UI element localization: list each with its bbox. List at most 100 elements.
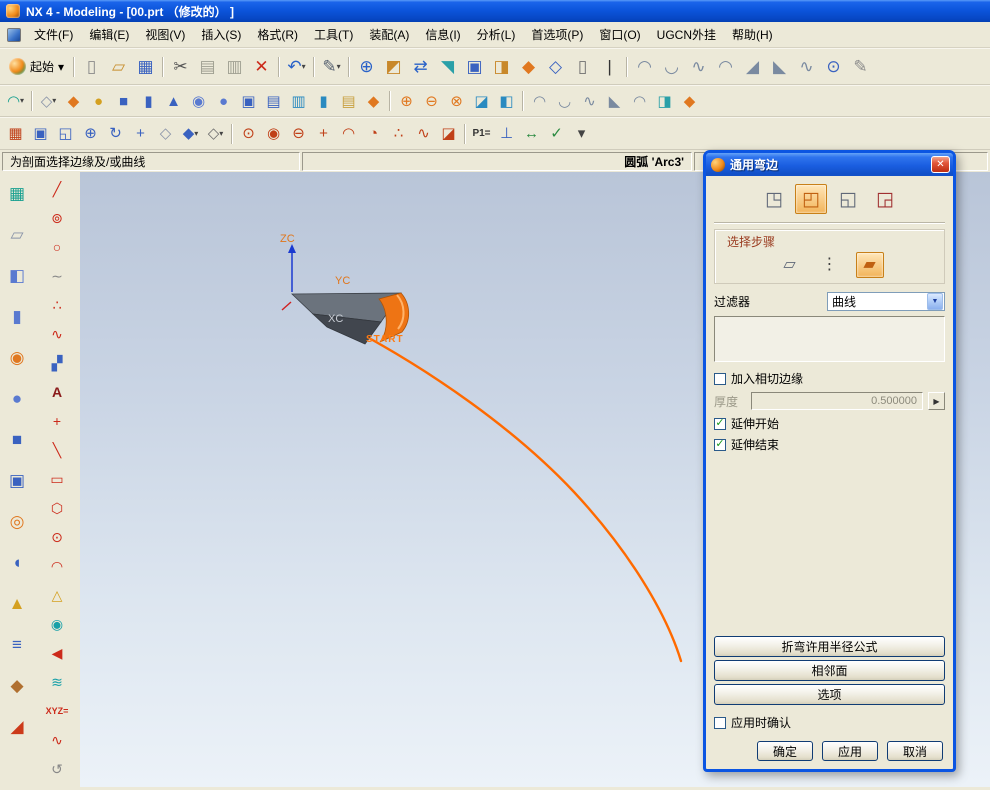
line-icon[interactable]: ╱ — [45, 178, 69, 200]
direction-arrow-icon[interactable]: ◀ — [45, 642, 69, 664]
point-on-face-snap-icon[interactable]: ◪ — [436, 122, 461, 146]
visual-report-icon[interactable]: ◩ — [380, 53, 407, 80]
wireframe-view-icon[interactable]: ◇ ▾ — [203, 122, 228, 146]
step-base-edge-icon[interactable]: ▱ — [776, 252, 804, 278]
swept-icon[interactable]: ◡ — [552, 89, 577, 113]
thickness-field[interactable]: 0.500000 — [751, 392, 923, 410]
checkbox-box-icon[interactable] — [714, 438, 726, 451]
cone-feature-icon[interactable]: ▲ — [3, 590, 31, 616]
adjacent-faces-button[interactable]: 相邻面 — [714, 660, 945, 681]
text-curve-icon[interactable]: A — [45, 381, 69, 403]
curve-mesh-icon[interactable]: ∿ — [685, 53, 712, 80]
block-icon[interactable]: ■ — [111, 89, 136, 113]
catalog-icon[interactable]: ▤ — [336, 89, 361, 113]
rib-icon[interactable]: ▮ — [311, 89, 336, 113]
law-extension-icon[interactable]: ∿ — [793, 53, 820, 80]
step-sequence-icon[interactable]: ⋮ — [816, 252, 844, 278]
finish-flag-icon[interactable]: ✓ — [544, 122, 569, 146]
hole-icon[interactable]: ◉ — [186, 89, 211, 113]
extrude-feature-icon[interactable]: ◧ — [3, 262, 31, 288]
copy-icon[interactable]: ▤ — [194, 53, 221, 80]
point-icon[interactable]: + — [45, 410, 69, 432]
block-feature-icon[interactable]: ■ — [3, 426, 31, 452]
rectangle-icon[interactable]: ▭ — [45, 468, 69, 490]
datum-plane-icon[interactable]: ◇ ▾ — [36, 89, 61, 113]
swept-surface-icon[interactable]: ◠ — [631, 53, 658, 80]
journal-icon[interactable]: ✎ ▾ — [318, 53, 345, 80]
flange-icon[interactable]: ◱ — [832, 184, 864, 214]
polygon-icon[interactable]: ⬡ — [45, 497, 69, 519]
unite-icon[interactable]: ⊕ — [394, 89, 419, 113]
stack-feature-icon[interactable]: ≡ — [3, 631, 31, 657]
offset-surface-icon[interactable]: ◨ — [652, 89, 677, 113]
cancel-button[interactable]: 取消 — [887, 741, 943, 761]
circle-center-icon[interactable]: ⊚ — [45, 207, 69, 229]
intersect-icon[interactable]: ⊗ — [444, 89, 469, 113]
menu-assemblies[interactable]: 装配(A) — [361, 23, 417, 46]
delete-icon[interactable]: ✕ — [248, 53, 275, 80]
extend-surface-icon[interactable]: ◣ — [766, 53, 793, 80]
pan-view-icon[interactable]: + — [128, 122, 153, 146]
confirm-on-apply-checkbox[interactable]: 应用时确认 — [714, 714, 945, 731]
sketch-task-icon[interactable]: ▦ — [3, 180, 31, 206]
constraint-icon[interactable]: ⊥ — [494, 122, 519, 146]
spiral-icon[interactable]: ↺ — [45, 758, 69, 780]
combo-arrow-icon[interactable]: ▼ — [927, 293, 943, 310]
web-browser-icon[interactable]: ⊕ — [353, 53, 380, 80]
more-options-caret[interactable]: ▾ — [569, 122, 594, 146]
ellipse-icon[interactable]: ⊙ — [45, 526, 69, 548]
new-icon[interactable]: ▯ — [78, 53, 105, 80]
hole-feature-icon[interactable]: ◉ — [3, 344, 31, 370]
auto-dimension-icon[interactable]: ↔ — [519, 122, 544, 146]
snap-grid-icon[interactable]: ▦ — [3, 122, 28, 146]
cylinder-feature-icon[interactable]: ▮ — [3, 303, 31, 329]
window-titlebar[interactable]: NX 4 - Modeling - [00.prt （修改的） ] — [0, 0, 990, 22]
corner-surface-icon[interactable]: ◢ — [739, 53, 766, 80]
filter-combo[interactable]: 曲线 ▼ — [827, 292, 945, 311]
general-flange-icon[interactable]: ◰ — [795, 184, 827, 214]
p1-expression-icon[interactable]: P1= — [469, 122, 494, 146]
through-curves-icon[interactable]: ◠ — [527, 89, 552, 113]
boss-icon[interactable]: ● — [211, 89, 236, 113]
subtract-icon[interactable]: ⊖ — [419, 89, 444, 113]
menu-preferences[interactable]: 首选项(P) — [523, 23, 591, 46]
cylinder-icon[interactable]: ▮ — [136, 89, 161, 113]
paste-icon[interactable]: ▥ — [221, 53, 248, 80]
arc-center-snap-icon[interactable]: ◠ — [336, 122, 361, 146]
circle-icon[interactable]: ○ — [45, 236, 69, 258]
menu-information[interactable]: 信息(I) — [417, 23, 468, 46]
inset-bend-icon[interactable]: ◲ — [869, 184, 901, 214]
n-sided-surface-icon[interactable]: ◣ — [602, 89, 627, 113]
xyz-expression-icon[interactable]: XYZ= — [45, 700, 69, 722]
cursor-select-icon[interactable]: | — [596, 53, 623, 80]
menu-file[interactable]: 文件(F) — [26, 23, 81, 46]
section-surface-icon[interactable]: ∿ — [577, 89, 602, 113]
annotate-icon[interactable]: ✎ — [847, 53, 874, 80]
angled-line-icon[interactable]: ╲ — [45, 439, 69, 461]
extend-end-checkbox[interactable]: 延伸结束 — [714, 436, 945, 453]
save-icon[interactable]: ▦ — [132, 53, 159, 80]
ok-button[interactable]: 确定 — [757, 741, 813, 761]
work-part-icon[interactable]: ◆ — [515, 53, 542, 80]
studio-surface-icon[interactable]: ◠ — [627, 89, 652, 113]
endpoint-snap-icon[interactable]: ◉ — [261, 122, 286, 146]
open-icon[interactable]: ▱ — [105, 53, 132, 80]
thicken-icon[interactable]: ◧ — [494, 89, 519, 113]
edge-list-box[interactable] — [714, 316, 945, 362]
shell-feature-icon[interactable]: ◖ — [3, 549, 31, 575]
menu-edit[interactable]: 编辑(E) — [81, 23, 137, 46]
undo-icon[interactable]: ↶ ▾ — [283, 53, 310, 80]
dialog-titlebar[interactable]: 通用弯边 ✕ — [706, 153, 953, 176]
extend-start-checkbox[interactable]: 延伸开始 — [714, 415, 945, 432]
section-curve[interactable] — [367, 336, 683, 663]
bridge-surface-icon[interactable]: ◠ — [712, 53, 739, 80]
menu-insert[interactable]: 插入(S) — [193, 23, 249, 46]
draft-feature-icon[interactable]: ◢ — [3, 713, 31, 739]
sheet-metal-flange-icon[interactable]: ◆ — [677, 89, 702, 113]
zoom-icon[interactable]: ⊕ — [78, 122, 103, 146]
menu-window[interactable]: 窗口(O) — [591, 23, 648, 46]
rotate-view-icon[interactable]: ↻ — [103, 122, 128, 146]
intersection-snap-icon[interactable]: + — [311, 122, 336, 146]
helix-icon[interactable]: △ — [45, 584, 69, 606]
tangent-edges-checkbox[interactable]: 加入相切边缘 — [714, 370, 945, 387]
